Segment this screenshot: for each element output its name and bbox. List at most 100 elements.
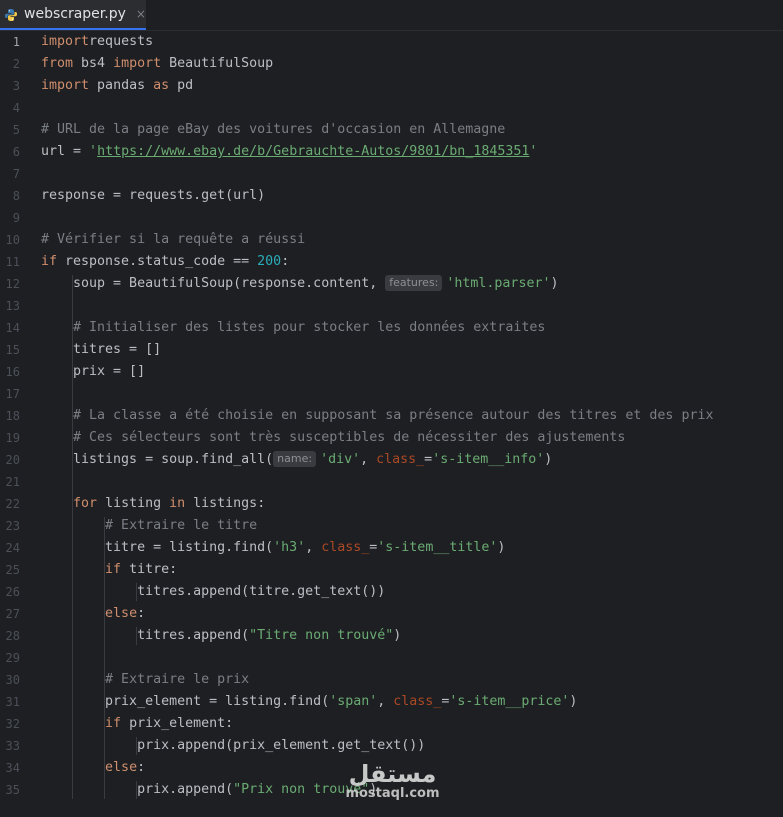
- code-line[interactable]: 11 if response.status_code == 200:: [0, 251, 783, 273]
- tab-filename: webscraper.py: [24, 6, 126, 22]
- watermark-arabic: مستقل: [348, 760, 437, 788]
- code-text: for listing in listings:: [41, 493, 265, 515]
- code-line[interactable]: 27 else:: [0, 603, 783, 625]
- code-line[interactable]: 16 prix = []: [0, 361, 783, 383]
- code-token: prix.append(: [41, 782, 234, 797]
- code-token: ,: [360, 452, 377, 467]
- code-line[interactable]: 5 # URL de la page eBay des voitures d'oc…: [0, 119, 783, 141]
- code-token: ': [529, 144, 538, 159]
- line-number: 33: [5, 739, 20, 753]
- code-text: # Vérifier si la requête a réussi: [41, 229, 305, 251]
- code-token: 's-item__info': [432, 452, 545, 467]
- line-number: 13: [5, 299, 20, 313]
- code-line[interactable]: 32 if prix_element:: [0, 713, 783, 735]
- python-file-icon: [4, 7, 18, 21]
- code-token: =: [424, 452, 433, 467]
- code-token: :: [137, 760, 146, 775]
- code-token: # Extraire le prix: [105, 672, 250, 687]
- code-line[interactable]: 8 response = requests.get(url): [0, 185, 783, 207]
- code-line[interactable]: 10 # Vérifier si la requête a réussi: [0, 229, 783, 251]
- code-token: in: [169, 496, 186, 511]
- tab-webscraper-py[interactable]: webscraper.py ×: [0, 0, 146, 30]
- line-number: 7: [12, 167, 20, 181]
- code-text: if titre:: [41, 559, 177, 581]
- code-line[interactable]: 18 # La classe a été choisie en supposan…: [0, 405, 783, 427]
- code-token: :: [137, 606, 146, 621]
- code-line[interactable]: 29: [0, 647, 783, 669]
- code-line[interactable]: 26 titres.append(titre.get_text()): [0, 581, 783, 603]
- code-text: prix = []: [41, 361, 145, 383]
- code-line[interactable]: 31 prix_element = listing.find('span', c…: [0, 691, 783, 713]
- code-token: else: [105, 606, 138, 621]
- code-line[interactable]: 17: [0, 383, 783, 405]
- code-line[interactable]: 19 # Ces sélecteurs sont très susceptibl…: [0, 427, 783, 449]
- code-line[interactable]: 12 soup = BeautifulSoup(response.content…: [0, 273, 783, 295]
- code-line[interactable]: 23 # Extraire le titre: [0, 515, 783, 537]
- code-token: ): [497, 540, 506, 555]
- line-number: 10: [5, 233, 20, 247]
- code-line[interactable]: 20 listings = soup.find_all(name:'div', …: [0, 449, 783, 471]
- code-line[interactable]: 25 if titre:: [0, 559, 783, 581]
- code-line[interactable]: 13: [0, 295, 783, 317]
- code-line[interactable]: 21: [0, 471, 783, 493]
- code-line[interactable]: 30 # Extraire le prix: [0, 669, 783, 691]
- code-line[interactable]: 1 importrequests: [0, 31, 783, 53]
- code-line[interactable]: 7: [0, 163, 783, 185]
- code-token: if: [105, 562, 122, 577]
- close-icon[interactable]: ×: [136, 7, 146, 21]
- line-number: 20: [5, 453, 20, 467]
- code-token: ): [393, 628, 402, 643]
- code-token: import: [41, 78, 90, 93]
- code-line[interactable]: 9: [0, 207, 783, 229]
- line-number: 16: [5, 365, 20, 379]
- code-token: prix = []: [41, 364, 146, 379]
- line-number: 22: [5, 497, 20, 511]
- code-line[interactable]: 33 prix.append(prix_element.get_text()): [0, 735, 783, 757]
- code-line[interactable]: 3 import pandas as pd: [0, 75, 783, 97]
- code-line[interactable]: 4: [0, 97, 783, 119]
- code-line[interactable]: 22 for listing in listings:: [0, 493, 783, 515]
- code-line[interactable]: 28 titres.append("Titre non trouvé"): [0, 625, 783, 647]
- code-token: response.status_code ==: [57, 254, 258, 269]
- code-text: response = requests.get(url): [41, 185, 265, 207]
- code-line[interactable]: 24 titre = listing.find('h3', class_='s-…: [0, 537, 783, 559]
- line-number: 2: [12, 57, 20, 71]
- line-number: 25: [5, 563, 20, 577]
- code-text: prix.append("Prix non trouvé"): [41, 779, 377, 801]
- code-line[interactable]: 6 url = 'https://www.ebay.de/b/Gebrauchte…: [0, 141, 783, 163]
- code-text: # Initialiser des listes pour stocker le…: [41, 317, 545, 339]
- code-text: soup = BeautifulSoup(response.content, f…: [41, 273, 558, 295]
- code-token: # Initialiser des listes pour stocker le…: [73, 320, 546, 335]
- code-line[interactable]: 15 titres = []: [0, 339, 783, 361]
- code-token: else: [105, 760, 138, 775]
- line-number: 6: [12, 145, 20, 159]
- code-token: # URL de la page eBay des voitures d'occ…: [41, 122, 506, 137]
- line-number: 29: [5, 651, 20, 665]
- code-token: listings:: [185, 496, 266, 511]
- code-line[interactable]: 2 from bs4 import BeautifulSoup: [0, 53, 783, 75]
- code-token: url =: [41, 144, 90, 159]
- code-editor[interactable]: 1 importrequests 2 from bs4 import Beautifu…: [0, 31, 783, 817]
- line-number: 3: [12, 79, 20, 93]
- code-text: from bs4 import BeautifulSoup: [41, 53, 273, 75]
- code-token: pandas: [89, 78, 154, 93]
- code-token: soup = BeautifulSoup(response.content,: [41, 276, 386, 291]
- code-token: https://www.ebay.de/b/Gebrauchte-Autos/9…: [97, 144, 530, 159]
- code-token: 's-item__price': [449, 694, 570, 709]
- code-token: class_: [376, 452, 425, 467]
- line-number: 27: [5, 607, 20, 621]
- code-text: titres.append(titre.get_text()): [41, 581, 385, 603]
- code-line[interactable]: 14 # Initialiser des listes pour stocker…: [0, 317, 783, 339]
- line-number: 9: [12, 211, 20, 225]
- code-text: listings = soup.find_all(name:'div', cla…: [41, 449, 552, 471]
- code-text: if response.status_code == 200:: [41, 251, 289, 273]
- code-token: ): [550, 276, 559, 291]
- code-token: titres = []: [41, 342, 162, 357]
- code-token: listing: [97, 496, 170, 511]
